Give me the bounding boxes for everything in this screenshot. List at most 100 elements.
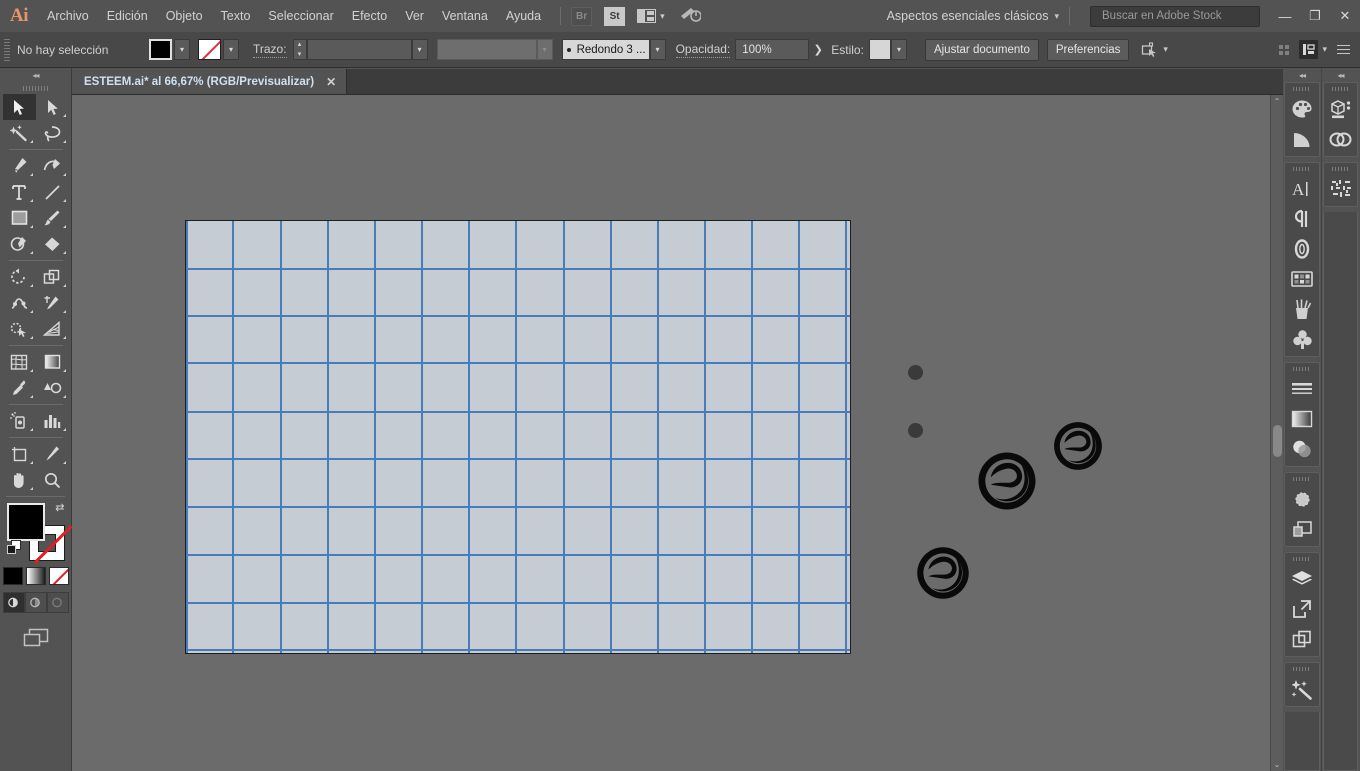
opacity-options-button[interactable]: ❯ xyxy=(809,39,827,60)
close-button[interactable]: ✕ xyxy=(1330,0,1360,32)
menu-ver[interactable]: Ver xyxy=(396,0,433,32)
dot-top[interactable] xyxy=(908,365,923,380)
dock-group-grip[interactable] xyxy=(1285,553,1319,564)
swirl-logo-medium[interactable] xyxy=(976,450,1038,512)
symbol-sprayer-tool[interactable] xyxy=(3,408,36,434)
opacity-field[interactable]: 100% xyxy=(735,39,809,60)
toolbar-grip[interactable] xyxy=(0,82,71,94)
minimize-button[interactable]: — xyxy=(1270,0,1300,32)
swirl-logo-large[interactable] xyxy=(915,545,971,601)
dock-group-grip[interactable] xyxy=(1285,83,1319,94)
panel-artboards[interactable] xyxy=(1285,594,1319,624)
menu-ventana[interactable]: Ventana xyxy=(433,0,497,32)
select-similar-objects-icon[interactable] xyxy=(1141,42,1158,58)
paintbrush-tool[interactable] xyxy=(36,205,69,231)
brush-definition-field[interactable]: Redondo 3 ... xyxy=(562,39,650,60)
panel-transparency[interactable] xyxy=(1285,434,1319,464)
variable-width-dropdown[interactable]: ▾ xyxy=(537,39,553,60)
chevron-down-icon[interactable]: ▾ xyxy=(1163,44,1168,55)
align-dots-icon[interactable] xyxy=(1279,45,1289,55)
graphic-style-swatch[interactable] xyxy=(869,39,891,60)
canvas-vertical-scrollbar[interactable]: ⌃ ⌄ xyxy=(1270,95,1283,771)
pen-tool[interactable] xyxy=(3,153,36,179)
change-screen-mode-icon[interactable] xyxy=(0,627,71,649)
stroke-swatch[interactable] xyxy=(198,39,221,60)
width-tool[interactable] xyxy=(3,290,36,316)
stroke-weight-stepper[interactable]: ▴▾ xyxy=(293,39,307,60)
dock-group-grip[interactable] xyxy=(1285,473,1319,484)
panel-paragraph[interactable] xyxy=(1285,204,1319,234)
panel-magic-wand[interactable] xyxy=(1285,674,1319,704)
variable-width-field[interactable] xyxy=(437,39,537,60)
artboard-grid[interactable] xyxy=(185,220,851,654)
stroke-weight-field[interactable] xyxy=(307,39,412,60)
line-segment-tool[interactable] xyxy=(36,179,69,205)
panel-gradient[interactable] xyxy=(1285,404,1319,434)
control-bar-grip[interactable] xyxy=(4,39,10,61)
fit-document-button[interactable]: Ajustar documento xyxy=(925,39,1039,61)
panel-3d-materials[interactable] xyxy=(1324,94,1357,124)
draw-behind-mode[interactable] xyxy=(25,592,47,613)
curvature-tool[interactable] xyxy=(36,153,69,179)
scroll-up-button[interactable]: ⌃ xyxy=(1271,95,1283,108)
fill-dropdown[interactable]: ▾ xyxy=(174,39,190,60)
document-tab[interactable]: ESTEEM.ai* al 66,67% (RGB/Previsualizar)… xyxy=(72,69,347,94)
panel-stroke[interactable] xyxy=(1285,374,1319,404)
dock-collapse-left-button[interactable]: ◂◂ xyxy=(1283,68,1321,82)
dock-group-grip[interactable] xyxy=(1285,663,1319,674)
eyedropper-tool[interactable] xyxy=(3,375,36,401)
gradient-tool[interactable] xyxy=(36,349,69,375)
fill-color-swatch[interactable] xyxy=(7,503,45,541)
perspective-grid-tool[interactable] xyxy=(36,316,69,342)
panel-color-guide[interactable] xyxy=(1285,124,1319,154)
shaper-tool[interactable] xyxy=(3,231,36,257)
type-tool[interactable] xyxy=(3,179,36,205)
rocket-icon[interactable] xyxy=(679,5,701,28)
panel-brushes[interactable] xyxy=(1285,294,1319,324)
dock-group-grip[interactable] xyxy=(1324,83,1357,94)
panel-links[interactable] xyxy=(1285,624,1319,654)
restore-button[interactable]: ❐ xyxy=(1300,0,1330,32)
rectangle-tool[interactable] xyxy=(3,205,36,231)
dot-bottom[interactable] xyxy=(908,423,923,438)
menu-ayuda[interactable]: Ayuda xyxy=(497,0,550,32)
lasso-tool[interactable] xyxy=(36,120,69,146)
blend-tool[interactable] xyxy=(36,375,69,401)
menu-efecto[interactable]: Efecto xyxy=(343,0,396,32)
panel-graphic-styles[interactable] xyxy=(1285,514,1319,544)
dock-collapse-right-button[interactable]: ◂◂ xyxy=(1322,68,1359,82)
brush-dropdown[interactable]: ▾ xyxy=(650,39,666,60)
panel-layers[interactable] xyxy=(1285,564,1319,594)
workspace-selector[interactable]: Aspectos esenciales clásicos xyxy=(881,9,1055,23)
zoom-tool[interactable] xyxy=(36,467,69,493)
panel-character[interactable]: A xyxy=(1285,174,1319,204)
color-mode-gradient[interactable] xyxy=(26,567,46,585)
eraser-tool[interactable] xyxy=(36,231,69,257)
swirl-logo-small[interactable] xyxy=(1052,420,1104,472)
adobe-stock-search[interactable] xyxy=(1090,6,1260,27)
close-icon[interactable]: ✕ xyxy=(326,75,336,89)
menu-edicion[interactable]: Edición xyxy=(98,0,157,32)
artboard-tool[interactable] xyxy=(3,441,36,467)
arrange-documents-icon[interactable]: ▾ xyxy=(637,9,665,23)
column-graph-tool[interactable] xyxy=(36,408,69,434)
selection-tool[interactable] xyxy=(3,94,36,120)
dock-group-grip[interactable] xyxy=(1285,363,1319,374)
panel-pattern-options[interactable] xyxy=(1324,174,1357,204)
color-mode-solid[interactable] xyxy=(3,567,23,585)
rotate-tool[interactable] xyxy=(3,264,36,290)
draw-normal-mode[interactable] xyxy=(3,592,25,613)
scale-tool[interactable] xyxy=(36,264,69,290)
menu-objeto[interactable]: Objeto xyxy=(157,0,212,32)
stroke-dropdown[interactable]: ▾ xyxy=(223,39,239,60)
draw-inside-mode[interactable] xyxy=(47,592,69,613)
search-input[interactable] xyxy=(1102,10,1256,22)
default-fill-stroke-icon[interactable] xyxy=(7,540,23,561)
stroke-weight-dropdown[interactable]: ▾ xyxy=(412,39,428,60)
swap-fill-stroke-icon[interactable]: ⇄ xyxy=(55,501,64,514)
canvas-area[interactable]: ⌃ ⌄ xyxy=(72,95,1283,771)
mesh-tool[interactable] xyxy=(3,349,36,375)
toolbar-collapse-button[interactable]: ◂◂ xyxy=(0,68,71,82)
free-transform-tool[interactable] xyxy=(36,290,69,316)
chevron-down-icon[interactable]: ▾ xyxy=(1322,44,1327,55)
